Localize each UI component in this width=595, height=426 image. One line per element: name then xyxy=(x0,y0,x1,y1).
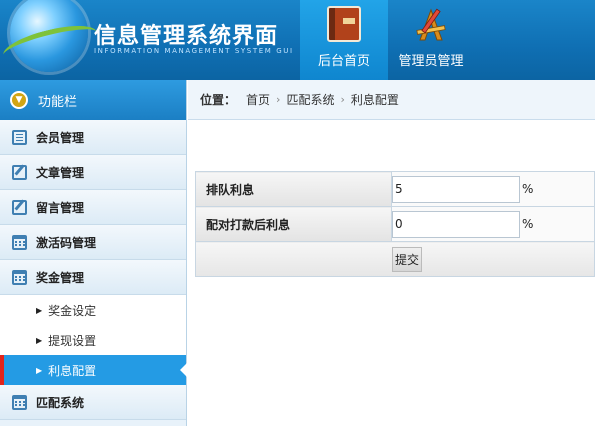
sidebar-title: 功能栏 xyxy=(38,94,78,110)
interest-config-form: 排队利息 % 配对打款后利息 % 提交 xyxy=(195,171,595,277)
breadcrumb-home[interactable]: 首页 xyxy=(246,91,270,108)
calendar-icon xyxy=(12,394,27,410)
sidebar-item-label: 奖金管理 xyxy=(36,270,85,285)
submit-button[interactable]: 提交 xyxy=(392,246,423,272)
triangle-right-icon: ▶ xyxy=(36,335,43,345)
sidebar-item-messages[interactable]: 留言管理 xyxy=(0,190,186,225)
triangle-right-icon: ▶ xyxy=(36,365,43,375)
queue-interest-unit: % xyxy=(522,182,534,196)
triangle-right-icon: ▶ xyxy=(36,305,43,315)
post-match-interest-label: 配对打款后利息 xyxy=(195,206,392,242)
sidebar-item-members[interactable]: 会员管理 xyxy=(0,120,186,155)
sidebar-item-label: 激活码管理 xyxy=(36,235,97,250)
sidebar-subitem-label: 利息配置 xyxy=(48,363,97,378)
globe-logo-icon xyxy=(10,0,88,72)
form-row-post-match-interest: 配对打款后利息 % xyxy=(195,206,595,242)
sidebar-item-articles[interactable]: 文章管理 xyxy=(0,155,186,190)
sidebar-subitem-bonus-settings[interactable]: ▶ 奖金设定 xyxy=(0,295,186,325)
chevron-down-icon: ▼ xyxy=(10,91,28,109)
sidebar-subitem-interest-config[interactable]: ▶ 利息配置 xyxy=(0,355,187,385)
sidebar-subitem-label: 提现设置 xyxy=(48,333,97,348)
nav-home-label: 后台首页 xyxy=(317,54,370,69)
form-row-submit: 提交 xyxy=(195,241,595,277)
queue-interest-input[interactable] xyxy=(392,175,520,203)
calendar-icon xyxy=(12,234,27,250)
sidebar-item-label: 会员管理 xyxy=(36,130,85,145)
calendar-icon xyxy=(12,269,27,285)
breadcrumb-current: 利息配置 xyxy=(350,93,399,107)
sidebar-header: ▼ 功能栏 xyxy=(0,80,186,120)
edit-icon xyxy=(12,164,27,180)
list-icon xyxy=(12,129,27,145)
sidebar-item-label: 匹配系统 xyxy=(36,395,85,410)
sidebar: ▼ 功能栏 会员管理 文章管理 留言管理 激活码管理 奖金管理 ▶ 奖金设定 ▶… xyxy=(0,80,187,426)
chevron-right-icon: › xyxy=(340,93,345,106)
nav-admin-label: 管理员管理 xyxy=(398,54,464,69)
breadcrumb-matching-system[interactable]: 匹配系统 xyxy=(286,91,334,108)
queue-interest-label: 排队利息 xyxy=(195,171,392,207)
post-match-interest-unit: % xyxy=(522,217,534,231)
edit-icon xyxy=(12,199,27,215)
pencil-ruler-icon xyxy=(416,8,446,41)
sidebar-item-bonus[interactable]: 奖金管理 xyxy=(0,260,186,295)
sidebar-item-matching-system[interactable]: 匹配系统 xyxy=(0,385,186,420)
breadcrumb-label: 位置： xyxy=(200,93,237,107)
app-subtitle: INFORMATION MANAGEMENT SYSTEM GUI xyxy=(94,47,294,55)
chevron-right-icon: › xyxy=(276,93,281,106)
nav-admin[interactable]: 管理员管理 xyxy=(390,0,472,80)
app-header: 信息管理系统界面 INFORMATION MANAGEMENT SYSTEM G… xyxy=(0,0,595,80)
sidebar-item-label: 文章管理 xyxy=(36,165,85,180)
nav-home[interactable]: 后台首页 xyxy=(300,0,388,80)
sidebar-item-activation-codes[interactable]: 激活码管理 xyxy=(0,225,186,260)
post-match-interest-input[interactable] xyxy=(392,210,520,238)
book-icon xyxy=(327,6,361,42)
breadcrumb: 位置： 首页 › 匹配系统 › 利息配置 xyxy=(188,80,595,120)
sidebar-subitem-label: 奖金设定 xyxy=(48,303,97,318)
sidebar-item-label: 留言管理 xyxy=(36,200,85,215)
app-title: 信息管理系统界面 xyxy=(94,24,279,49)
sidebar-subitem-withdraw-settings[interactable]: ▶ 提现设置 xyxy=(0,325,186,355)
form-row-queue-interest: 排队利息 % xyxy=(195,171,595,207)
